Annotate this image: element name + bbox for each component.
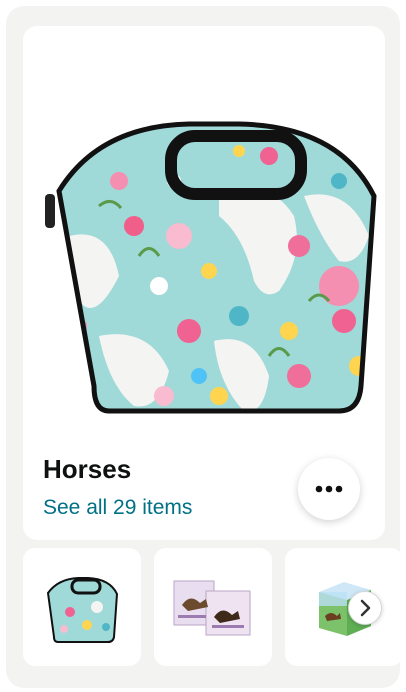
collection-title: Horses xyxy=(43,454,132,484)
see-all-items-link[interactable]: See all 29 items xyxy=(43,496,192,520)
thumbnail-horse-box[interactable] xyxy=(285,548,403,666)
collection-card[interactable]: Horses See all 29 items xyxy=(23,26,385,540)
more-options-icon xyxy=(315,485,343,493)
hero-product-image[interactable] xyxy=(39,86,379,426)
thumbnail-lunch-bag[interactable] xyxy=(23,548,141,666)
lunch-bag-thumbnail-image xyxy=(46,577,119,643)
horse-cards-thumbnail-image xyxy=(173,580,251,636)
collection-widget: Horses See all 29 items xyxy=(6,6,403,688)
chevron-right-icon xyxy=(360,599,371,617)
more-options-button[interactable] xyxy=(298,458,360,520)
carousel-next-button[interactable] xyxy=(348,591,382,625)
thumbnail-horse-cards[interactable] xyxy=(154,548,272,666)
